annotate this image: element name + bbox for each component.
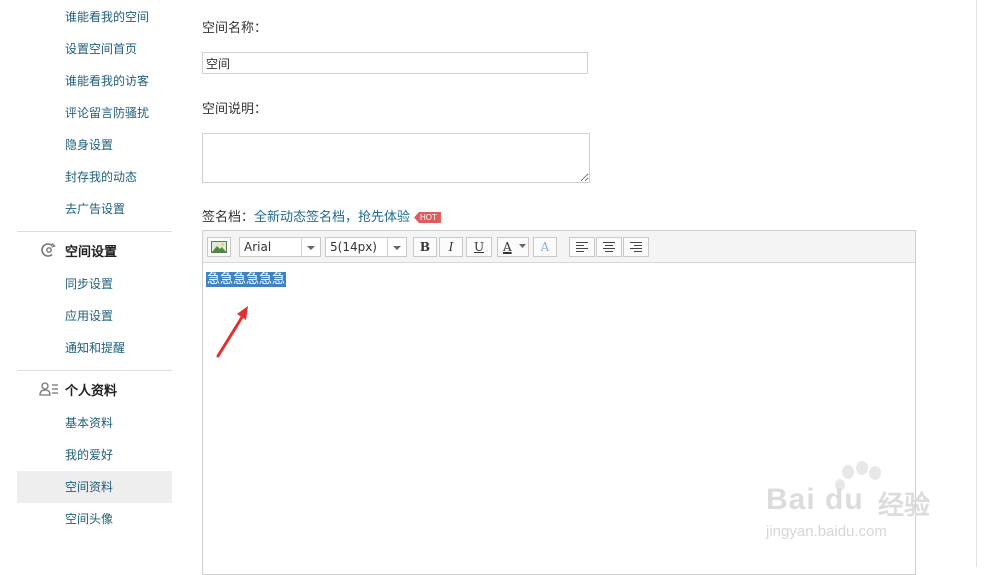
align-right-button[interactable] (623, 237, 649, 257)
space-name-input[interactable] (202, 52, 588, 74)
font-size-value: 5(14px) (330, 240, 377, 254)
sync-gear-icon (41, 243, 56, 257)
font-size-select[interactable]: 5(14px) (325, 237, 407, 257)
sidebar: 谁能看我的空间 设置空间首页 谁能看我的访客 评论留言防骚扰 隐身设置 封存我的… (0, 0, 180, 567)
page-right-border (976, 0, 977, 567)
space-description-label: 空间说明： (202, 102, 268, 117)
space-description-textarea[interactable] (202, 133, 590, 183)
hot-badge: HOT (414, 212, 441, 223)
sidebar-item-space-avatar[interactable]: 空间头像 (17, 503, 172, 535)
sidebar-item-who-can-view-space[interactable]: 谁能看我的空间 (17, 1, 172, 33)
sidebar-item-space-info[interactable]: 空间资料 (17, 471, 172, 503)
section-title-space-settings: 空间设置 (65, 245, 118, 260)
font-family-dropdown-icon (301, 238, 320, 256)
editor-toolbar: Arial 5(14px) B I U A A (203, 231, 915, 263)
bold-button[interactable]: B (413, 237, 437, 257)
align-right-icon (630, 242, 642, 252)
align-left-icon (576, 242, 588, 252)
sidebar-item-notifications[interactable]: 通知和提醒 (17, 332, 172, 364)
sidebar-item-set-homepage[interactable]: 设置空间首页 (17, 33, 172, 65)
sidebar-item-basic-info[interactable]: 基本资料 (17, 407, 172, 439)
selected-text[interactable]: 急急急急急急 (206, 272, 287, 287)
sidebar-item-anti-harassment[interactable]: 评论留言防骚扰 (17, 97, 172, 129)
sidebar-item-who-can-view-visitors[interactable]: 谁能看我的访客 (17, 65, 172, 97)
signature-row: 签名档：全新动态签名档，抢先体验 HOT (202, 206, 441, 225)
sidebar-item-archive-feeds[interactable]: 封存我的动态 (17, 161, 172, 193)
align-left-button[interactable] (569, 237, 595, 257)
sidebar-item-sync[interactable]: 同步设置 (17, 268, 172, 300)
watermark-logo-cn: 经验 (878, 491, 931, 521)
signature-label: 签名档： (202, 210, 255, 225)
sidebar-item-apps[interactable]: 应用设置 (17, 300, 172, 332)
align-center-button[interactable] (596, 237, 622, 257)
dynamic-signature-link[interactable]: 全新动态签名档，抢先体验 (254, 210, 410, 225)
font-family-select[interactable]: Arial (239, 237, 321, 257)
space-name-label: 空间名称： (202, 21, 268, 36)
font-color-button[interactable]: A (497, 237, 529, 257)
italic-button[interactable]: I (439, 237, 463, 257)
underline-button[interactable]: U (466, 237, 492, 257)
user-card-icon (39, 382, 58, 396)
editor-content-area[interactable]: 急急急急急急 (206, 268, 287, 287)
sidebar-section-space-settings[interactable]: 空间设置 (17, 231, 172, 268)
sidebar-item-hobbies[interactable]: 我的爱好 (17, 439, 172, 471)
image-icon (211, 241, 227, 253)
sidebar-item-remove-ads[interactable]: 去广告设置 (17, 193, 172, 225)
font-size-dropdown-icon (387, 238, 406, 256)
sidebar-item-invisible[interactable]: 隐身设置 (17, 129, 172, 161)
align-center-icon (603, 242, 615, 252)
watermark-url: jingyan.baidu.com (766, 523, 887, 540)
font-color-icon: A (503, 240, 512, 254)
watermark-logo-text: Bai du (766, 483, 864, 516)
section-title-profile: 个人资料 (65, 384, 118, 399)
insert-image-button[interactable] (207, 237, 231, 257)
font-color-dropdown-icon (519, 244, 526, 248)
font-family-value: Arial (244, 240, 272, 254)
red-arrow-annotation (216, 306, 248, 358)
highlight-icon: A (540, 240, 550, 254)
sidebar-section-profile[interactable]: 个人资料 (17, 370, 172, 407)
highlight-button[interactable]: A (533, 237, 557, 257)
